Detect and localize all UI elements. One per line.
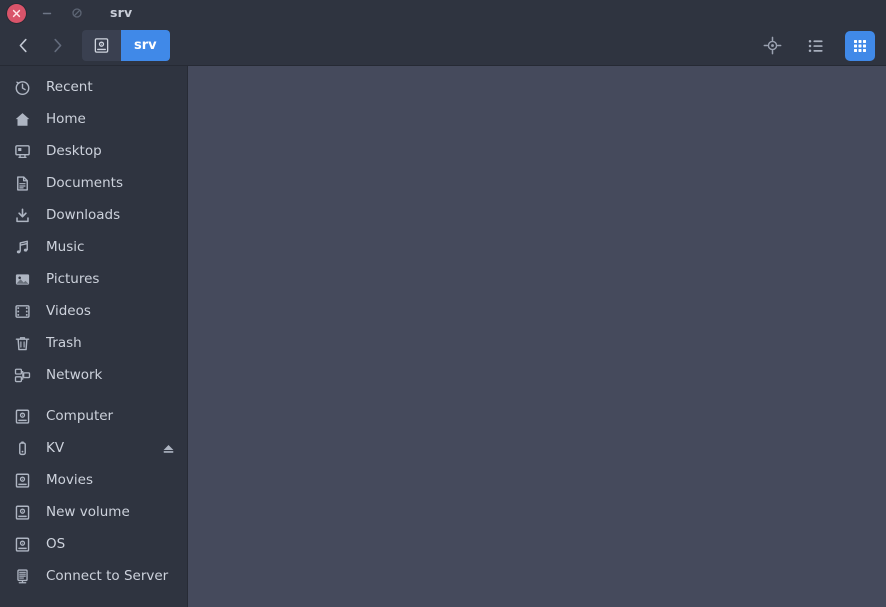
breadcrumb-item-srv[interactable]: srv — [121, 30, 170, 61]
computer-icon — [94, 38, 109, 53]
sidebar-item-connect-to-server[interactable]: Connect to Server — [0, 560, 187, 592]
grid-view-icon — [854, 39, 866, 52]
window-title: srv — [110, 5, 133, 20]
window-body: Recent Home Desktop Documents Downloads … — [0, 66, 886, 607]
grid-view-button[interactable] — [845, 30, 875, 61]
sidebar-item-trash[interactable]: Trash — [0, 327, 187, 359]
breadcrumb: srv — [82, 30, 170, 61]
sidebar-item-label: Connect to Server — [46, 568, 169, 584]
sidebar-group-separator — [0, 391, 187, 400]
desktop-icon — [13, 143, 32, 160]
titlebar: srv — [0, 0, 886, 26]
document-icon — [13, 175, 32, 192]
sidebar-item-computer[interactable]: Computer — [0, 400, 187, 432]
forward-button[interactable] — [40, 31, 74, 61]
sidebar-item-label: OS — [46, 536, 66, 552]
sidebar-item-movies[interactable]: Movies — [0, 464, 187, 496]
sidebar-item-label: Movies — [46, 472, 93, 488]
eject-icon — [163, 444, 173, 453]
location-target-button[interactable] — [757, 31, 787, 61]
sidebar-item-label: Videos — [46, 303, 91, 319]
back-button[interactable] — [6, 31, 40, 61]
sidebar-item-new-volume[interactable]: New volume — [0, 496, 187, 528]
sidebar-item-label: KV — [46, 440, 65, 456]
file-list-area[interactable] — [188, 66, 886, 607]
maximize-button[interactable] — [67, 4, 86, 23]
drive-icon — [13, 504, 32, 521]
download-icon — [13, 207, 32, 224]
sidebar-item-documents[interactable]: Documents — [0, 167, 187, 199]
chevron-left-icon — [19, 38, 27, 53]
clock-icon — [13, 79, 32, 96]
sidebar: Recent Home Desktop Documents Downloads … — [0, 66, 188, 607]
drive-icon — [13, 536, 32, 553]
close-button[interactable] — [7, 3, 26, 23]
eject-button[interactable] — [159, 441, 177, 456]
sidebar-item-network[interactable]: Network — [0, 359, 187, 391]
sidebar-item-label: Recent — [46, 79, 93, 95]
file-manager-window: srv srv Recent Home Desktop Documents Do… — [0, 0, 886, 607]
list-view-icon — [808, 39, 823, 52]
computer-icon — [13, 408, 32, 425]
chevron-right-icon — [53, 38, 61, 53]
usb-drive-icon — [13, 440, 32, 457]
film-icon — [13, 303, 32, 320]
sidebar-item-label: Trash — [46, 335, 82, 351]
sidebar-item-music[interactable]: Music — [0, 231, 187, 263]
sidebar-item-label: Computer — [46, 408, 114, 424]
server-icon — [13, 568, 32, 585]
sidebar-item-label: Downloads — [46, 207, 121, 223]
sidebar-item-label: Documents — [46, 175, 123, 191]
sidebar-item-label: Network — [46, 367, 103, 383]
drive-icon — [13, 472, 32, 489]
sidebar-item-pictures[interactable]: Pictures — [0, 263, 187, 295]
network-icon — [13, 367, 32, 384]
header-toolbar: srv — [0, 26, 886, 66]
list-view-button[interactable] — [801, 31, 831, 61]
sidebar-item-videos[interactable]: Videos — [0, 295, 187, 327]
picture-icon — [13, 271, 32, 288]
sidebar-item-os[interactable]: OS — [0, 528, 187, 560]
sidebar-item-label: Desktop — [46, 143, 102, 159]
sidebar-item-recent[interactable]: Recent — [0, 71, 187, 103]
trash-icon — [13, 335, 32, 352]
minimize-button[interactable] — [37, 4, 56, 23]
location-target-icon — [763, 36, 781, 55]
sidebar-item-desktop[interactable]: Desktop — [0, 135, 187, 167]
music-note-icon — [13, 239, 32, 256]
maximize-icon — [71, 8, 82, 18]
sidebar-item-label: Pictures — [46, 271, 100, 287]
sidebar-item-label: New volume — [46, 504, 130, 520]
sidebar-item-home[interactable]: Home — [0, 103, 187, 135]
breadcrumb-item-computer[interactable] — [82, 30, 121, 61]
home-icon — [13, 111, 32, 128]
sidebar-item-label: Music — [46, 239, 85, 255]
minimize-icon — [42, 12, 51, 15]
sidebar-item-label: Home — [46, 111, 86, 127]
sidebar-item-kv[interactable]: KV — [0, 432, 187, 464]
sidebar-item-downloads[interactable]: Downloads — [0, 199, 187, 231]
close-icon — [12, 9, 21, 17]
